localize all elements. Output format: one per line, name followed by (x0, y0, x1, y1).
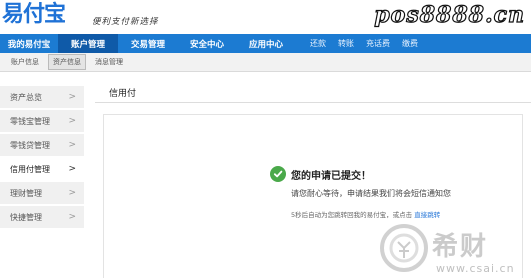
sub-nav: 账户信息 资产信息 消息管理 (0, 53, 531, 72)
redirect-notice: 5秒后自动为您跳转回我的易付宝，或点击 直接跳转 (291, 209, 440, 219)
watermark-site: www.csai.cn (436, 262, 515, 275)
chevron-right-icon: > (68, 92, 76, 102)
sidebar-item-label: 零钱宝管理 (10, 116, 50, 126)
page-title: 信用付 (109, 89, 137, 99)
nav-item-app-center[interactable]: 应用中心 (236, 34, 296, 53)
sidebar-item-quick-pay[interactable]: 快捷管理 > (0, 206, 84, 228)
redirect-link[interactable]: 直接跳转 (414, 211, 440, 219)
sidebar-item-label: 理财管理 (10, 188, 42, 198)
nav-link-phone-recharge[interactable]: 充话费 (360, 34, 396, 53)
chevron-right-icon: > (68, 212, 76, 222)
sidebar-item-label: 快捷管理 (10, 212, 42, 222)
sidebar: 资产总览 > 零钱宝管理 > 零钱贷管理 > 信用付管理 > 理财管理 > 快捷… (0, 86, 84, 230)
chevron-right-icon: > (68, 164, 76, 174)
header: 易付宝 便利支付新选择 pos8888.cn (0, 0, 531, 34)
success-title: 您的申请已提交！ (291, 171, 371, 182)
nav-item-account-management[interactable]: 账户管理 (58, 34, 118, 53)
sidebar-item-asset-overview[interactable]: 资产总览 > (0, 86, 84, 108)
logo-text[interactable]: 易付宝 (2, 2, 66, 28)
watermark-brand: 希财 (432, 232, 489, 262)
nav-link-pay-bills[interactable]: 缴费 (396, 34, 424, 53)
csai-watermark-logo-icon (380, 224, 428, 272)
chevron-right-icon: > (68, 116, 76, 126)
subnav-item-message-management[interactable]: 消息管理 (90, 54, 128, 70)
subnav-item-account-info[interactable]: 账户信息 (6, 54, 44, 70)
sidebar-item-lingqianbao[interactable]: 零钱宝管理 > (0, 110, 84, 132)
redirect-text: 5秒后自动为您跳转回我的易付宝，或点击 (291, 211, 413, 219)
main-nav: 我的易付宝 账户管理 交易管理 安全中心 应用中心 还款 转账 充话费 缴费 (0, 34, 531, 53)
sidebar-item-label: 零钱贷管理 (10, 140, 50, 150)
nav-link-repay[interactable]: 还款 (304, 34, 332, 53)
title-divider (95, 102, 531, 103)
sidebar-item-credit-pay[interactable]: 信用付管理 > (0, 158, 84, 180)
success-subtitle: 请您耐心等待，申请结果我们将会短信通知您 (291, 189, 451, 198)
nav-item-security-center[interactable]: 安全中心 (178, 34, 236, 53)
sidebar-item-lingqiandai[interactable]: 零钱贷管理 > (0, 134, 84, 156)
slogan: 便利支付新选择 (92, 17, 159, 27)
sidebar-item-wealth-management[interactable]: 理财管理 > (0, 182, 84, 204)
chevron-right-icon: > (68, 188, 76, 198)
subnav-item-asset-info[interactable]: 资产信息 (48, 54, 86, 70)
logo[interactable]: 易付宝 (2, 2, 66, 28)
nav-item-transaction-management[interactable]: 交易管理 (118, 34, 178, 53)
check-circle-icon (270, 166, 286, 182)
nav-item-my-yifubao[interactable]: 我的易付宝 (0, 34, 58, 53)
sidebar-item-label: 资产总览 (10, 92, 42, 102)
watermark-text: pos8888.cn (374, 1, 525, 28)
nav-link-transfer[interactable]: 转账 (332, 34, 360, 53)
sidebar-item-label: 信用付管理 (10, 164, 50, 174)
chevron-right-icon: > (68, 140, 76, 150)
